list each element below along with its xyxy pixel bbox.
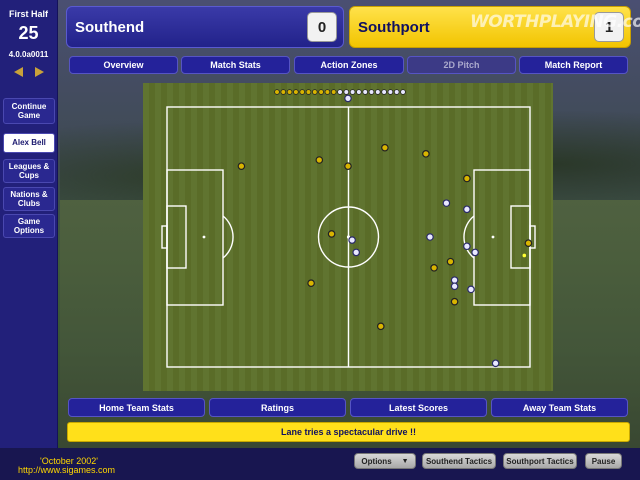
substitute-marker (368, 89, 375, 95)
substitute-marker (274, 89, 280, 95)
latest-scores-button[interactable]: Latest Scores (350, 398, 487, 417)
substitute-marker (337, 89, 343, 95)
away-player-marker[interactable] (422, 150, 430, 158)
options-dropdown[interactable]: Options ▼ (354, 453, 416, 469)
away-player-marker[interactable] (237, 162, 246, 170)
substitute-marker (393, 89, 400, 95)
away-player-marker[interactable] (307, 279, 315, 288)
away-player-marker[interactable] (327, 230, 336, 238)
options-label: Options (361, 456, 392, 466)
home-player-marker[interactable] (352, 248, 361, 257)
right-penalty-spot (491, 235, 495, 239)
ball-marker (522, 253, 527, 258)
substitute-marker (349, 89, 356, 95)
sidebar: First Half 25 4.0.0a0011 Continue Game A… (0, 0, 58, 480)
home-player-marker[interactable] (344, 94, 352, 103)
ratings-button[interactable]: Ratings (209, 398, 346, 417)
manager-button[interactable]: Alex Bell (3, 133, 55, 153)
away-tactics-button[interactable]: Southport Tactics (503, 453, 577, 469)
substitute-marker (400, 89, 406, 95)
home-player-marker[interactable] (348, 236, 356, 244)
nav-arrows (0, 67, 57, 77)
forward-arrow-icon[interactable] (34, 67, 44, 77)
match-screen: First Half 25 4.0.0a0011 Continue Game A… (0, 0, 640, 480)
home-player-marker[interactable] (491, 359, 500, 368)
left-penalty-spot (202, 235, 206, 239)
tab-action-zones[interactable]: Action Zones (294, 56, 404, 74)
home-player-marker[interactable] (467, 285, 475, 294)
substitute-marker (330, 89, 337, 95)
away-player-marker[interactable] (446, 257, 455, 266)
substitute-marker (312, 89, 318, 95)
substitute-marker (280, 89, 287, 95)
tab-match-stats[interactable]: Match Stats (181, 56, 290, 74)
home-team-name[interactable]: Southend (75, 19, 307, 36)
substitute-marker (343, 89, 350, 95)
home-team-stats-button[interactable]: Home Team Stats (68, 398, 205, 417)
substitute-marker (324, 89, 331, 95)
home-player-marker[interactable] (463, 242, 471, 251)
away-player-marker[interactable] (524, 239, 533, 247)
home-tactics-button[interactable]: Southend Tactics (422, 453, 496, 469)
back-arrow-icon[interactable] (13, 67, 23, 77)
version-label: 4.0.0a0011 (8, 50, 49, 59)
substitute-marker (305, 89, 312, 95)
away-player-marker[interactable] (377, 322, 385, 331)
substitute-marker (318, 89, 324, 95)
away-player-marker[interactable] (315, 156, 324, 164)
away-player-marker[interactable] (450, 297, 459, 306)
substitutes-strip (274, 89, 406, 95)
pause-button[interactable]: Pause (585, 453, 622, 469)
substitute-marker (381, 89, 387, 95)
match-minute: 25 (18, 23, 39, 43)
home-player-marker[interactable] (442, 199, 451, 207)
watermark-logo: WORTHPLAYING.com (470, 12, 640, 32)
tab-overview[interactable]: Overview (69, 56, 178, 74)
nations-clubs-button[interactable]: Nations & Clubs (3, 187, 55, 211)
substitute-marker (293, 89, 299, 95)
chevron-down-icon: ▼ (401, 457, 409, 465)
substitute-marker (286, 89, 293, 95)
home-player-marker[interactable] (426, 233, 434, 241)
substitute-marker (299, 89, 306, 95)
leagues-cups-button[interactable]: Leagues & Cups (3, 159, 55, 183)
website-link[interactable]: http://www.sigames.com (18, 465, 115, 475)
tab-2d-pitch[interactable]: 2D Pitch (407, 56, 516, 74)
home-score: 0 (307, 12, 337, 42)
commentary-bar: Lane tries a spectacular drive !! (67, 422, 630, 442)
away-player-marker[interactable] (381, 143, 389, 152)
home-player-marker[interactable] (471, 248, 479, 257)
substitute-marker (356, 89, 362, 95)
substitute-marker (375, 89, 381, 95)
home-player-marker[interactable] (450, 282, 459, 291)
away-team-stats-button[interactable]: Away Team Stats (491, 398, 628, 417)
tab-match-report[interactable]: Match Report (519, 56, 628, 74)
home-player-marker[interactable] (463, 205, 471, 214)
home-player-marker[interactable] (450, 276, 459, 284)
home-team-panel: Southend 0 (66, 6, 344, 48)
game-options-button[interactable]: Game Options (3, 214, 55, 238)
substitute-marker (387, 89, 394, 95)
away-player-marker[interactable] (430, 264, 438, 272)
pitch-2d (143, 83, 553, 391)
away-player-marker[interactable] (463, 174, 471, 183)
continue-game-button[interactable]: Continue Game (3, 98, 55, 124)
substitute-marker (362, 89, 369, 95)
match-period: First Half (8, 9, 48, 19)
away-player-marker[interactable] (344, 162, 352, 170)
